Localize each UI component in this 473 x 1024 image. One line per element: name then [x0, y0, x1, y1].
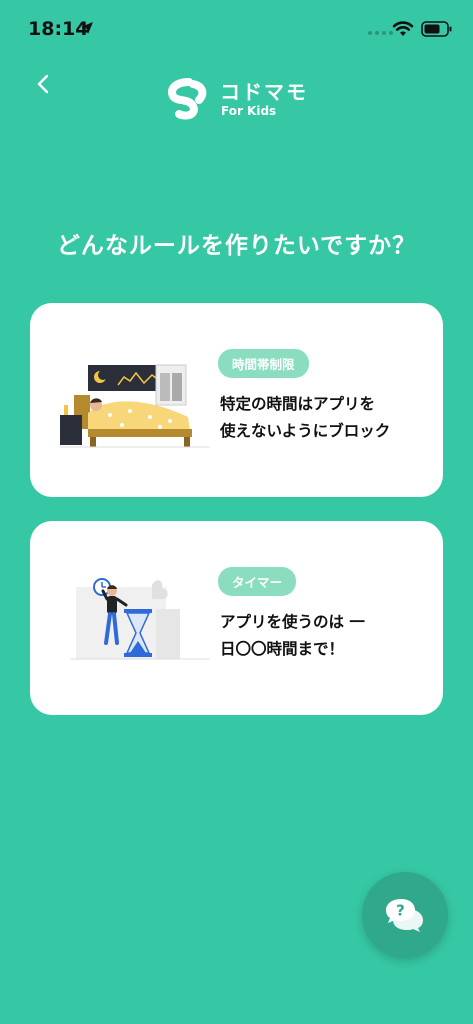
man-with-hourglass-clock-illustration — [60, 569, 220, 679]
back-button[interactable] — [30, 70, 58, 98]
card-tag-time-range: 時間帯制限 — [218, 349, 309, 378]
wifi-icon — [392, 21, 414, 36]
svg-text:?: ? — [396, 902, 405, 920]
card-description-line: 特定の時間はアプリを — [220, 395, 376, 413]
page-title: どんなルールを作りたいですか？ — [56, 233, 417, 259]
logo-mark-icon — [168, 78, 207, 120]
rule-card-time-range[interactable]: 時間帯制限 特定の時間はアプリを 使えないようにブロック — [30, 303, 443, 497]
screen: 18:14 コドマモ For Kids どんなルールを作りたいですか？ 時間帯制… — [0, 0, 473, 1024]
card-description-line: 日〇〇時間まで！ — [220, 640, 345, 658]
rule-card-timer[interactable]: タイマー アプリを使うのは 一 日〇〇時間まで！ — [30, 521, 443, 715]
card-description: アプリを使うのは 一 日〇〇時間まで！ — [220, 609, 425, 663]
question-chat-bubble-icon: ? — [386, 899, 423, 932]
app-logo: コドマモ For Kids — [163, 74, 323, 122]
chevron-left-icon — [37, 74, 49, 94]
card-description-line: アプリを使うのは 一 — [220, 613, 365, 631]
card-description-line: 使えないようにブロック — [220, 422, 391, 440]
status-bar: 18:14 — [0, 0, 473, 60]
cellular-signal-icon — [368, 31, 393, 35]
logo-name: コドマモ — [220, 80, 308, 104]
logo-subtitle: For Kids — [221, 104, 277, 118]
location-arrow-icon — [81, 22, 93, 34]
card-tag-timer: タイマー — [218, 567, 297, 596]
battery-icon — [421, 21, 452, 37]
card-description: 特定の時間はアプリを 使えないようにブロック — [220, 391, 425, 445]
sleeping-in-bed-illustration — [60, 355, 220, 465]
help-button[interactable]: ? — [362, 872, 448, 958]
